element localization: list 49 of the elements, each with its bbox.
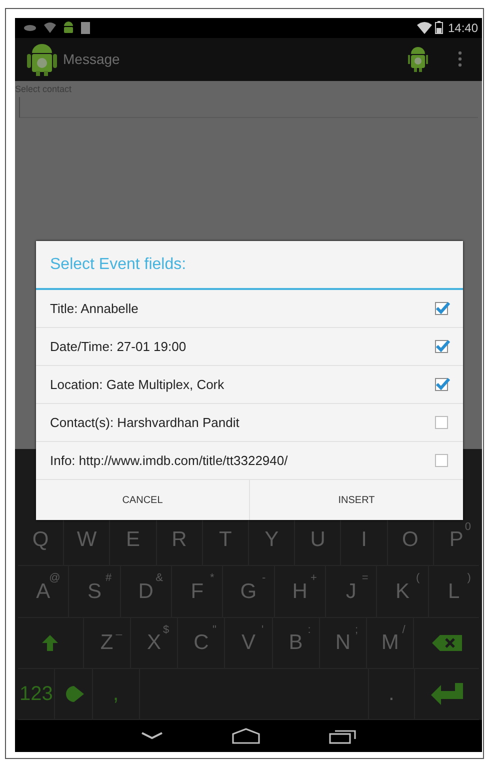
checkbox[interactable] [435, 454, 448, 467]
field-option[interactable]: Title: Annabelle [36, 290, 463, 328]
keyboard-key[interactable]: X$ [130, 618, 178, 668]
checkbox[interactable] [435, 340, 448, 353]
keyboard-key[interactable]: Z_ [82, 618, 130, 668]
field-option[interactable]: Info: http://www.imdb.com/title/tt3322940/ [36, 442, 463, 480]
overflow-menu-icon[interactable] [458, 51, 462, 68]
contact-field[interactable] [19, 97, 478, 118]
recent-apps-icon[interactable] [328, 728, 356, 744]
checkbox[interactable] [435, 378, 448, 391]
symbols-key[interactable]: 123 [18, 669, 54, 720]
wifi-icon [44, 22, 56, 34]
android-icon[interactable] [408, 46, 428, 72]
battery-icon [434, 21, 443, 34]
wifi-icon [416, 22, 432, 34]
field-option[interactable]: Location: Gate Multiplex, Cork [36, 366, 463, 404]
android-icon [63, 21, 74, 34]
dialog-title: Select Event fields: [36, 241, 463, 290]
notification-icon [23, 24, 37, 32]
field-option[interactable]: Date/Time: 27-01 19:00 [36, 328, 463, 366]
keyboard-key[interactable]: K ( [376, 566, 428, 617]
keyboard-key[interactable]: M/ [366, 618, 414, 668]
keyboard-key[interactable]: H+ [274, 566, 325, 617]
clock: 14:40 [448, 20, 478, 35]
keyboard-key[interactable]: F * [170, 566, 222, 617]
checkbox[interactable] [435, 302, 448, 315]
back-icon[interactable] [140, 732, 162, 740]
field-option[interactable]: Contact(s): Harshvardhan Pandit [36, 404, 463, 442]
keyboard-key[interactable]: N ; [318, 618, 366, 668]
enter-icon [431, 683, 464, 706]
keyboard-key[interactable]: C " [177, 618, 224, 668]
keyboard-key[interactable]: . [368, 669, 414, 720]
keyboard-key[interactable]: J = [324, 566, 376, 617]
backspace-icon [432, 634, 462, 651]
keyboard-key[interactable]: V ' [224, 618, 272, 668]
keyboard-key[interactable]: L ) [428, 566, 479, 617]
android-icon [27, 42, 57, 76]
keyboard-key[interactable]: S # [68, 566, 120, 617]
keyboard-key[interactable]: D& [120, 566, 171, 617]
keyboard-key[interactable]: A@ [18, 566, 68, 617]
arrow-up-icon [41, 634, 60, 652]
keyboard-key[interactable]: G - [222, 566, 274, 617]
dialog-button[interactable]: INSERT [249, 480, 463, 520]
keyboard-key[interactable]: , [92, 669, 139, 720]
sd-card-icon [81, 22, 90, 34]
home-icon[interactable] [230, 728, 260, 744]
app-title: Message [63, 51, 120, 68]
keyboard-key[interactable]: B : [272, 618, 319, 668]
checkbox[interactable] [435, 416, 448, 429]
